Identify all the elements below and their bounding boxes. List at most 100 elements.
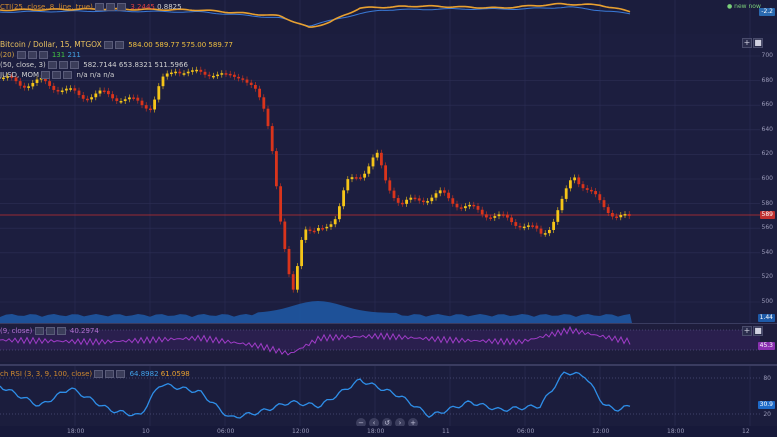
study-1-visibility-button[interactable] [16, 51, 26, 59]
candle-body [543, 233, 547, 235]
time-axis-label: 18:00 [667, 428, 685, 435]
time-axis-label: 12:00 [292, 428, 310, 435]
pane-maximize-button[interactable]: + [742, 38, 752, 48]
symbol-settings-button[interactable] [114, 41, 124, 49]
candle-body [199, 69, 203, 72]
rsi-pane-settings-button[interactable]: ■ [753, 326, 763, 336]
candle-body [107, 90, 110, 95]
time-axis-label: 10 [142, 428, 150, 435]
study-2-settings-button[interactable] [59, 61, 68, 69]
candle-body [577, 177, 581, 185]
stoch-rsi-line [0, 371, 631, 419]
rsi-chart [0, 325, 760, 356]
candle-body [409, 197, 413, 200]
candle-body [606, 207, 610, 214]
candle-body [401, 202, 404, 205]
candle-body [569, 180, 572, 189]
candle-body [191, 70, 194, 72]
rsi-maximize-button[interactable]: + [742, 326, 752, 336]
study-1-settings-button[interactable] [27, 51, 37, 59]
live-indicator[interactable]: ● new now [727, 3, 761, 10]
rsi-visibility-button[interactable] [34, 327, 44, 335]
candle-body [627, 214, 631, 216]
live-icon: ● [727, 3, 733, 10]
candle-body [581, 184, 585, 189]
top-indicator-price-tag: -2.2 [759, 8, 775, 16]
candle-body [35, 79, 39, 83]
candle-body [94, 93, 98, 98]
price-axis-label: 520 [761, 273, 773, 281]
stoch-visibility-button[interactable] [94, 370, 104, 378]
candle-body [60, 90, 64, 93]
stoch-close-button[interactable] [116, 370, 126, 378]
candle-body [354, 177, 358, 179]
legend-visibility-button[interactable] [95, 3, 105, 11]
candle-body [174, 71, 177, 74]
candle-body [459, 207, 463, 209]
candle-body [249, 82, 253, 85]
candle-body [384, 165, 387, 181]
candle-body [98, 90, 102, 94]
candle-body [438, 190, 442, 194]
candle-body [359, 177, 362, 179]
study-3-visibility-button[interactable] [41, 71, 51, 79]
time-axis-label: 18:00 [367, 428, 385, 435]
legend-close-button[interactable] [117, 3, 127, 11]
candle-body [346, 179, 350, 191]
rsi-legend: (9, close) 40.2974 [0, 327, 99, 336]
study-3-settings-button[interactable] [52, 71, 62, 79]
price-axis-label: 540 [761, 248, 773, 256]
candle-body [380, 152, 383, 166]
candle-body [128, 97, 131, 100]
candle-body [443, 190, 446, 193]
candle-body [611, 213, 614, 217]
candle-body [136, 97, 140, 101]
candle-body [153, 99, 156, 110]
candle-body [430, 197, 434, 202]
study-3-label: JUSD, MOM [0, 71, 40, 79]
candle-body [119, 101, 123, 103]
candle-body [140, 100, 144, 106]
stoch-settings-button[interactable] [105, 370, 115, 378]
candle-body [497, 214, 501, 217]
candle-body [291, 274, 295, 290]
price-axis-label: 560 [761, 224, 773, 232]
study-2-visibility-button[interactable] [48, 61, 57, 69]
candle-body [413, 197, 417, 200]
candle-body [157, 86, 161, 100]
candle-body [338, 206, 341, 220]
rsi-pane[interactable]: (9, close) 40.2974 + ■ 45.3 [0, 324, 777, 362]
candle-body [254, 84, 257, 89]
study-1-value-b: 131 [51, 51, 66, 59]
stoch-legend: ch RSI (3, 3, 9, 100, close) 64.8982 61.… [0, 370, 190, 379]
candle-body [241, 78, 245, 80]
study-2-close-button[interactable] [70, 61, 79, 69]
top-indicator-pane[interactable]: CTI(25, close, 8, line, true) 3.2445 0.8… [0, 0, 777, 34]
candle-body [317, 228, 320, 231]
candle-body [375, 152, 379, 158]
rsi-close-button[interactable] [56, 327, 66, 335]
candle-body [275, 151, 278, 187]
candle-body [485, 214, 488, 218]
study-3-close-button[interactable] [63, 71, 73, 79]
candle-body [144, 105, 148, 109]
candle-body [245, 79, 249, 83]
candle-body [233, 74, 236, 77]
candle-body [262, 97, 266, 109]
study-1-close-button[interactable] [38, 51, 48, 59]
candle-body [300, 239, 303, 267]
candle-body [195, 69, 198, 72]
candle-body [52, 85, 56, 90]
time-axis[interactable]: 18:00 10 06:00 12:00 18:00 11 06:00 12:00 18:00 1… [0, 426, 777, 437]
candle-body [304, 229, 308, 240]
volume-area [0, 301, 632, 323]
rsi-value: 40.2974 [69, 327, 99, 335]
candle-body [514, 222, 518, 226]
legend-settings-button[interactable] [106, 3, 116, 11]
symbol-visibility-button[interactable] [103, 41, 113, 49]
study-3-value-a: n/a [76, 71, 88, 79]
rsi-settings-button[interactable] [45, 327, 55, 335]
main-price-pane[interactable]: Bitcoin / Dollar, 15, MTGOX 584.00 589.7… [0, 34, 777, 323]
pane-settings-button[interactable]: ■ [753, 38, 763, 48]
candle-body [564, 188, 568, 199]
